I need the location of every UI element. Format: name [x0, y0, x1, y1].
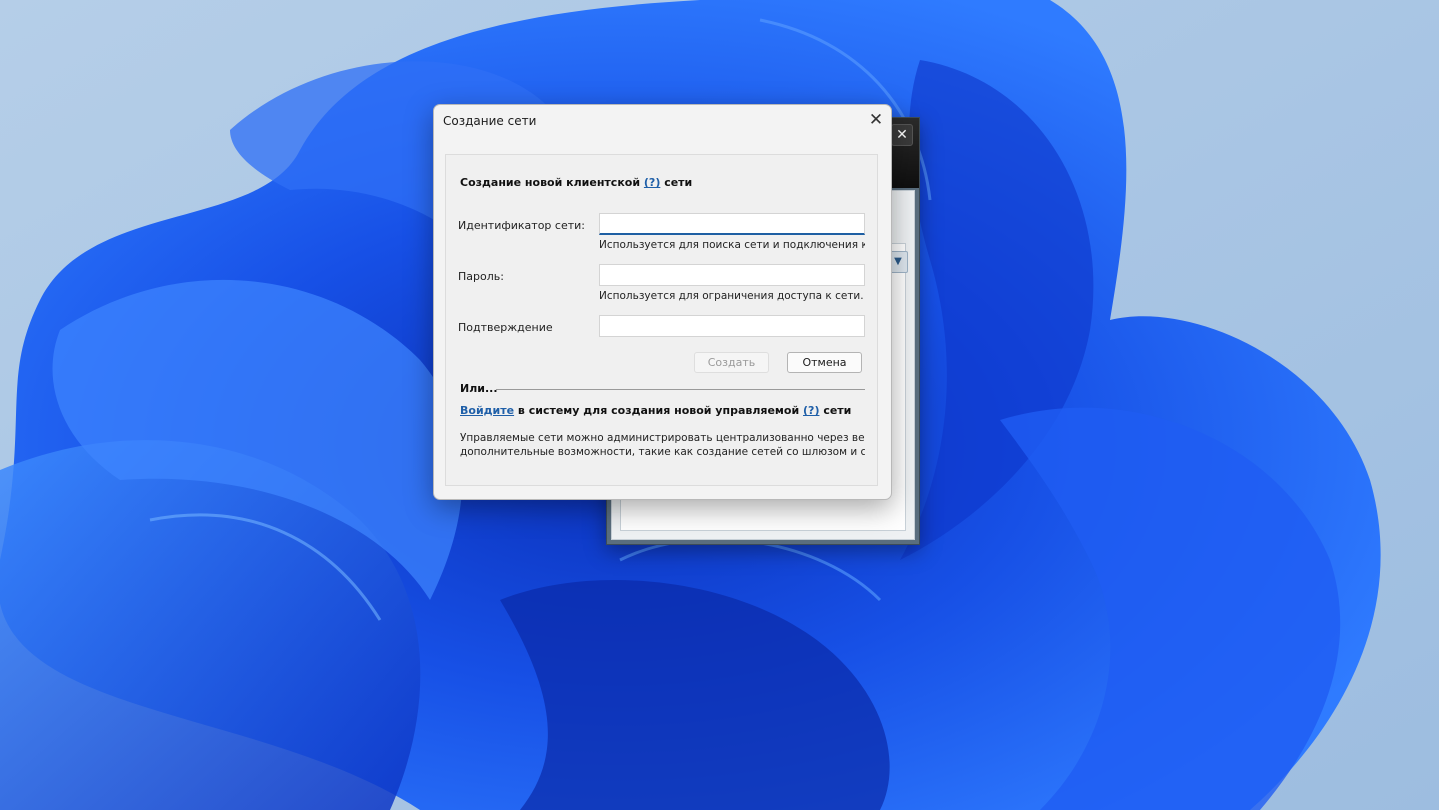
network-id-label: Идентификатор сети: — [458, 219, 585, 232]
create-client-network-heading: Создание новой клиентской (?) сети — [460, 176, 692, 189]
managed-network-signin: Войдите в систему для создания новой упр… — [460, 404, 851, 417]
close-icon[interactable]: ✕ — [861, 105, 891, 135]
signin-text: в систему для создания новой управляемой — [517, 404, 800, 417]
network-id-input[interactable] — [599, 213, 865, 235]
dialog-title: Создание сети — [443, 114, 537, 128]
password-input[interactable] — [599, 264, 865, 286]
close-icon[interactable]: ✕ — [891, 124, 913, 146]
description-line: дополнительные возможности, такие как со… — [460, 446, 865, 458]
password-hint: Используется для ограничения доступа к с… — [599, 290, 864, 302]
create-network-dialog: Создание сети ✕ Создание новой клиентско… — [433, 104, 892, 500]
signin-suffix: сети — [823, 404, 852, 417]
or-separator: Или... — [460, 382, 865, 396]
dialog-panel: Создание новой клиентской (?) сети Идент… — [445, 154, 878, 486]
heading-suffix: сети — [664, 176, 693, 189]
managed-network-description: Управляемые сети можно администрировать … — [460, 431, 865, 459]
heading-text: Создание новой клиентской — [460, 176, 641, 189]
cancel-button[interactable]: Отмена — [787, 352, 862, 373]
password-label: Пароль: — [458, 270, 504, 283]
description-line: Управляемые сети можно администрировать … — [460, 432, 865, 444]
help-link[interactable]: (?) — [803, 404, 819, 417]
create-button[interactable]: Создать — [694, 352, 769, 373]
confirm-password-input[interactable] — [599, 315, 865, 337]
network-id-hint: Используется для поиска сети и подключен… — [599, 239, 865, 251]
help-link[interactable]: (?) — [644, 176, 660, 189]
separator-line — [496, 389, 865, 390]
confirm-label: Подтверждение — [458, 321, 553, 334]
or-label: Или... — [460, 382, 498, 395]
signin-link[interactable]: Войдите — [460, 404, 514, 417]
